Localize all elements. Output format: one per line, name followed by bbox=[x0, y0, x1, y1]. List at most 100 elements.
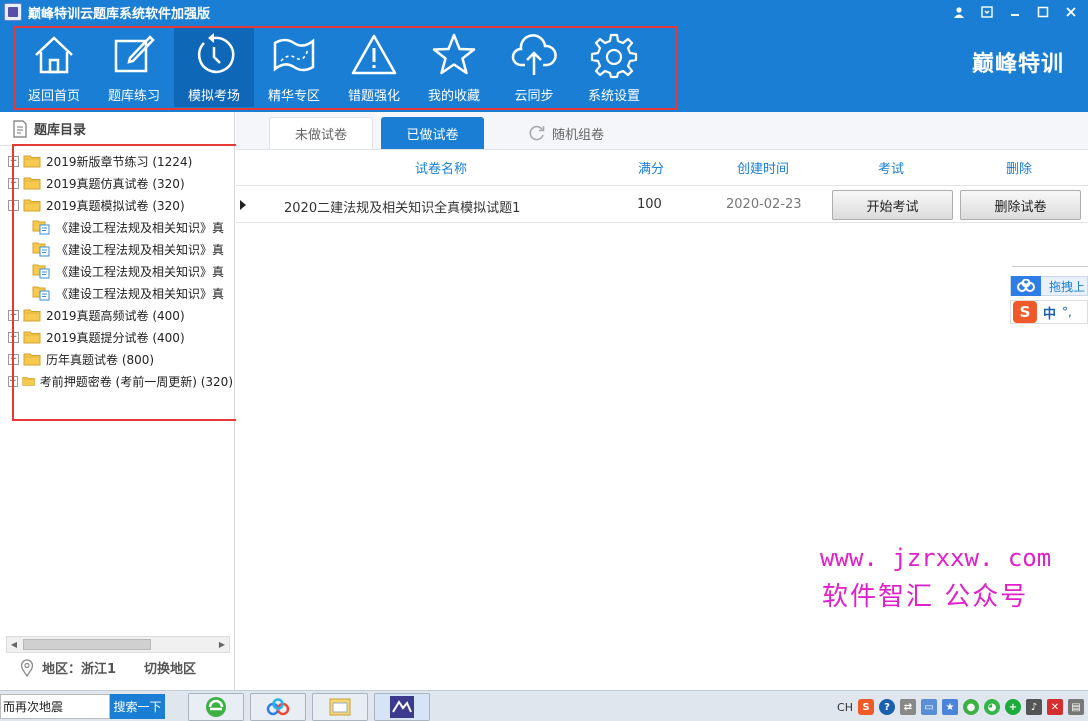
user-icon[interactable] bbox=[948, 2, 970, 22]
tree-folder-item[interactable]: +2019真题高频试卷 (400) bbox=[8, 304, 233, 326]
ime-language[interactable]: 中 bbox=[1043, 303, 1056, 322]
tray-window-icon[interactable]: ▭ bbox=[921, 699, 937, 715]
ime-punctuation[interactable]: °, bbox=[1062, 305, 1072, 319]
toolbar-settings-button[interactable]: 系统设置 bbox=[574, 27, 654, 107]
toolbar-home-button[interactable]: 返回首页 bbox=[14, 27, 94, 107]
scroll-right-icon[interactable]: ▶ bbox=[215, 637, 229, 652]
tray-star-icon[interactable]: ★ bbox=[942, 699, 958, 715]
folder-icon bbox=[23, 331, 41, 344]
tree-paper-item[interactable]: 《建设工程法规及相关知识》真 bbox=[8, 282, 233, 304]
tray-wechat-icon[interactable]: ◕ bbox=[984, 699, 1000, 715]
tray-network-icon[interactable]: ⇄ bbox=[900, 699, 916, 715]
col-score: 满分 bbox=[637, 162, 664, 177]
clock-icon bbox=[197, 33, 235, 74]
tree-item-label: 《建设工程法规及相关知识》真 bbox=[56, 242, 225, 257]
taskbar-app-netdisk[interactable] bbox=[250, 693, 306, 721]
watermark-url: www. jzrxxw. com bbox=[820, 544, 1052, 572]
expand-icon[interactable]: + bbox=[8, 353, 19, 365]
delete-paper-button[interactable]: 删除试卷 bbox=[960, 190, 1081, 220]
paper-file-icon bbox=[32, 286, 50, 301]
toolbar-mock-exam-button[interactable]: 模拟考场 bbox=[174, 27, 254, 107]
tree-folder-item[interactable]: +2019真题提分试卷 (400) bbox=[8, 326, 233, 348]
folder-open-icon bbox=[23, 199, 41, 212]
window-title: 巅峰特训云题库系统软件加强版 bbox=[28, 6, 211, 22]
tray-security-icon[interactable]: ✕ bbox=[1047, 699, 1063, 715]
tree-paper-item[interactable]: 《建设工程法规及相关知识》真 bbox=[8, 238, 233, 260]
tray-help-icon[interactable]: ? bbox=[879, 699, 895, 715]
start-exam-button[interactable]: 开始考试 bbox=[832, 190, 953, 220]
toolbar-wrong-questions-button[interactable]: 错题强化 bbox=[334, 27, 414, 107]
switch-region-link[interactable]: 切换地区 bbox=[144, 658, 196, 677]
region-bar: 地区：浙江1 切换地区 bbox=[20, 658, 196, 677]
skin-icon[interactable] bbox=[976, 2, 998, 22]
tab-undone-papers[interactable]: 未做试卷 bbox=[269, 117, 373, 149]
tray-plus-icon[interactable]: + bbox=[1005, 699, 1021, 715]
taskbar-app-360[interactable] bbox=[188, 693, 244, 721]
tree-folder-item[interactable]: +2019新版章节练习 (1224) bbox=[8, 150, 233, 172]
tree-item-label: 《建设工程法规及相关知识》真 bbox=[56, 264, 225, 279]
paper-name: 2020二建法规及相关知识全真模拟试题1 bbox=[284, 201, 521, 216]
toolbar-highlights-button[interactable]: 精华专区 bbox=[254, 27, 334, 107]
toolbar-practice-button[interactable]: 题库练习 bbox=[94, 27, 174, 107]
tray-volume-icon[interactable]: ♪ bbox=[1026, 699, 1042, 715]
app-icon bbox=[4, 3, 22, 21]
scroll-left-icon[interactable]: ◀ bbox=[7, 637, 21, 652]
tree-item-label: 历年真题试卷 (800) bbox=[46, 352, 155, 367]
tree-paper-item[interactable]: 《建设工程法规及相关知识》真 bbox=[8, 260, 233, 282]
catalog-tree: +2019新版章节练习 (1224) +2019真题仿真试卷 (320) -2019… bbox=[8, 150, 233, 392]
taskbar-app-dianfeng[interactable] bbox=[374, 693, 430, 721]
scroll-thumb[interactable] bbox=[23, 639, 151, 650]
expand-icon[interactable]: + bbox=[8, 331, 19, 343]
title-bar: 巅峰特训云题库系统软件加强版 bbox=[0, 0, 1088, 24]
tree-folder-item[interactable]: + 历年真题试卷 (800) bbox=[8, 348, 233, 370]
collapse-icon[interactable]: - bbox=[8, 199, 19, 211]
expand-icon[interactable]: + bbox=[8, 155, 19, 167]
tree-folder-item[interactable]: - 2019真题模拟试卷 (320) bbox=[8, 194, 233, 216]
baidu-cloud-icon bbox=[266, 698, 290, 716]
expand-icon[interactable]: + bbox=[8, 177, 19, 189]
taskbar-search-button[interactable]: 搜索一下 bbox=[110, 694, 165, 719]
tab-bar: 未做试卷 已做试卷 随机组卷 bbox=[236, 112, 1088, 150]
folder-icon bbox=[21, 376, 35, 386]
col-name: 试卷名称 bbox=[414, 162, 467, 177]
toolbar-label: 我的收藏 bbox=[427, 89, 480, 104]
expand-icon[interactable]: + bbox=[8, 375, 18, 387]
tray-360-icon[interactable]: ● bbox=[963, 699, 979, 715]
maximize-icon[interactable] bbox=[1032, 2, 1054, 22]
toolbar-cloud-sync-button[interactable]: 云同步 bbox=[494, 27, 574, 107]
close-icon[interactable] bbox=[1060, 2, 1082, 22]
baidu-netdisk-icon bbox=[1011, 276, 1041, 296]
sogou-ime-icon: S bbox=[1013, 301, 1037, 323]
tray-clipboard-icon[interactable]: ▤ bbox=[1068, 699, 1084, 715]
table-header: 试卷名称 满分 创建时间 考试 删除 bbox=[236, 150, 1088, 186]
col-exam: 考试 bbox=[877, 162, 904, 177]
tree-item-label: 2019真题仿真试卷 (320) bbox=[46, 176, 185, 191]
tray-language[interactable]: CH bbox=[837, 701, 853, 714]
toolbar-label: 返回首页 bbox=[27, 89, 80, 104]
table-row[interactable]: 2020二建法规及相关知识全真模拟试题1 100 2020-02-23 开始考试… bbox=[236, 187, 1088, 223]
location-pin-icon bbox=[20, 658, 34, 677]
brand-logo: 巅峰特训 bbox=[972, 46, 1064, 78]
tray-sogou-icon[interactable]: S bbox=[858, 699, 874, 715]
baidu-netdisk-widget[interactable]: 拖拽上 bbox=[1010, 276, 1088, 296]
taskbar-app-explorer[interactable] bbox=[312, 693, 368, 721]
tree-paper-item[interactable]: 《建设工程法规及相关知识》真 bbox=[8, 216, 233, 238]
tree-folder-item[interactable]: + 考前押题密卷 (考前一周更新) (320) bbox=[8, 370, 233, 392]
expand-icon[interactable]: + bbox=[8, 309, 19, 321]
toolbar-favorites-button[interactable]: 我的收藏 bbox=[414, 27, 494, 107]
horizontal-scrollbar[interactable]: ◀ ▶ bbox=[6, 636, 230, 653]
col-delete: 删除 bbox=[1005, 162, 1032, 177]
tab-random-paper[interactable]: 随机组卷 bbox=[521, 117, 611, 149]
ime-toolbar[interactable]: S 中 °, bbox=[1010, 300, 1088, 324]
refresh-icon bbox=[529, 125, 545, 141]
tab-random-label: 随机组卷 bbox=[551, 127, 604, 143]
taskbar-search-input[interactable]: 而再次地震 bbox=[0, 694, 110, 719]
folder-icon bbox=[23, 155, 41, 168]
document-icon bbox=[13, 119, 27, 138]
folder-window-icon bbox=[329, 698, 351, 716]
tab-done-papers[interactable]: 已做试卷 bbox=[381, 117, 484, 149]
tree-folder-item[interactable]: +2019真题仿真试卷 (320) bbox=[8, 172, 233, 194]
toolbar-label: 错题强化 bbox=[347, 89, 400, 104]
folder-icon bbox=[23, 353, 41, 366]
minimize-icon[interactable] bbox=[1004, 2, 1026, 22]
